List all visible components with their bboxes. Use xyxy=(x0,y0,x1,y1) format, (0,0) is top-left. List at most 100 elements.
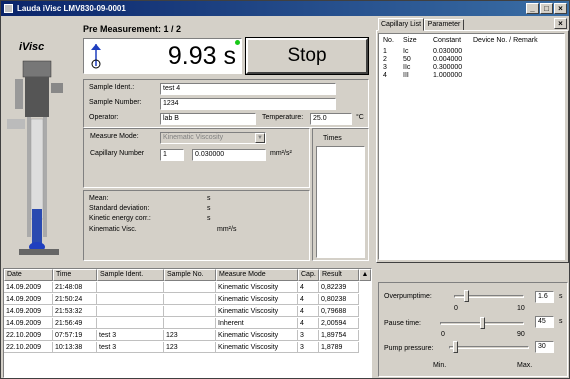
mode-panel: Measure Mode: Kinematic Viscosity ▼ Capi… xyxy=(83,128,310,188)
table-cell xyxy=(164,294,216,305)
kinematic-visc-label: Kinematic Visc. xyxy=(89,226,137,233)
table-cell xyxy=(97,318,164,329)
table-cell: 4 xyxy=(298,294,319,305)
table-cell xyxy=(164,306,216,317)
stop-button[interactable]: Stop xyxy=(245,37,369,75)
table-cell: Kinematic Viscosity xyxy=(216,294,298,305)
measure-mode-label: Measure Mode: xyxy=(90,133,139,140)
table-cell: 4 xyxy=(298,306,319,317)
table-cell: test 3 xyxy=(97,342,164,353)
brand-logo: iVisc xyxy=(19,41,45,53)
capillary-list: No. Size Constant Device No. / Remark 1 … xyxy=(378,33,565,260)
close-panel-button[interactable]: × xyxy=(554,18,567,29)
pump-min: Min. xyxy=(433,362,447,369)
table-cell xyxy=(164,318,216,329)
pump-pressure-input[interactable]: 30 xyxy=(535,341,554,353)
app-icon xyxy=(4,4,13,13)
table-cell: 14.09.2009 xyxy=(4,306,53,317)
column-header-date[interactable]: Date xyxy=(4,269,53,281)
table-cell xyxy=(164,282,216,293)
table-cell: test 3 xyxy=(97,330,164,341)
capillary-col-constant: Constant xyxy=(433,37,462,44)
capillary-col-remark: Device No. / Remark xyxy=(473,37,538,44)
sample-ident-label: Sample Ident.: xyxy=(89,84,135,91)
capillary-constant: 0.004000 xyxy=(433,56,463,63)
pump-direction-icon xyxy=(91,44,101,69)
table-cell: 0,80238 xyxy=(319,294,359,305)
overpump-label: Overpumptime: xyxy=(384,293,432,300)
mean-label: Mean: xyxy=(89,195,109,202)
kinetic-label: Kinetic energy corr.: xyxy=(89,215,151,222)
times-list[interactable] xyxy=(316,146,365,258)
column-header-sample-no[interactable]: Sample No. xyxy=(164,269,216,281)
capillary-size: IIc xyxy=(403,64,411,71)
capillary-constant-input[interactable]: 0.030000 xyxy=(192,149,266,161)
operator-input[interactable]: lab B xyxy=(160,113,256,125)
title-bar: Lauda iVisc LMV830-09-0001 _ □ × xyxy=(1,1,569,16)
table-cell: 10:13:38 xyxy=(53,342,97,353)
device-image xyxy=(7,60,63,255)
timer-value: 9.93 s xyxy=(167,42,236,70)
pump-track xyxy=(449,346,529,349)
chevron-down-icon[interactable]: ▼ xyxy=(255,133,265,143)
table-cell: 21:56:49 xyxy=(53,318,97,329)
temperature-unit: °C xyxy=(356,114,364,121)
sample-ident-input[interactable]: test 4 xyxy=(160,83,336,95)
std-label: Standard deviation: xyxy=(89,205,150,212)
measurement-heading: Pre Measurement: 1 / 2 xyxy=(83,24,182,34)
table-cell xyxy=(97,294,164,305)
column-header-sample-ident[interactable]: Sample Ident. xyxy=(97,269,164,281)
pause-min: 0 xyxy=(441,331,445,338)
table-cell xyxy=(97,282,164,293)
capillary-no: 3 xyxy=(383,64,387,71)
capillary-number-label: Capillary Number xyxy=(90,150,145,157)
table-cell: Inherent xyxy=(216,318,298,329)
capillary-number-input[interactable]: 1 xyxy=(160,149,184,161)
table-cell: 1,8789 xyxy=(319,342,359,353)
sample-number-input[interactable]: 1234 xyxy=(160,98,336,110)
overpump-min: 0 xyxy=(454,305,458,312)
column-header-measure-mode[interactable]: Measure Mode xyxy=(216,269,298,281)
kinetic-unit: s xyxy=(207,215,211,222)
table-cell: 3 xyxy=(298,342,319,353)
table-cell: 07:57:19 xyxy=(53,330,97,341)
column-header-cap[interactable]: Cap. xyxy=(298,269,319,281)
overpump-slider[interactable] xyxy=(464,290,470,302)
column-header-result[interactable]: Result xyxy=(319,269,359,281)
measure-mode-select[interactable]: Kinematic Viscosity xyxy=(160,132,266,144)
table-cell: 14.09.2009 xyxy=(4,282,53,293)
pump-controls-panel: Overpumptime: 0 10 1.6 s Pause time: 0 9… xyxy=(378,282,568,377)
table-cell: Kinematic Viscosity xyxy=(216,306,298,317)
minimize-button[interactable]: _ xyxy=(526,3,539,14)
times-label: Times xyxy=(323,135,342,142)
pause-slider[interactable] xyxy=(479,317,485,329)
pump-pressure-slider[interactable] xyxy=(452,341,458,353)
pause-max: 90 xyxy=(517,331,525,338)
tab-capillary-list[interactable]: Capillary List xyxy=(378,18,424,31)
window-title: Lauda iVisc LMV830-09-0001 xyxy=(17,4,126,13)
overpump-max: 10 xyxy=(517,305,525,312)
capillary-unit: mm²/s² xyxy=(270,150,292,157)
pause-input[interactable]: 45 xyxy=(535,316,554,328)
std-unit: s xyxy=(207,205,211,212)
table-cell: 0,79688 xyxy=(319,306,359,317)
history-table: Date Time Sample Ident. Sample No. Measu… xyxy=(3,268,372,378)
close-button[interactable]: × xyxy=(554,3,567,14)
scroll-top-icon[interactable]: ▲ xyxy=(359,269,371,281)
table-cell: 2,00594 xyxy=(319,318,359,329)
temperature-input[interactable]: 25.0 xyxy=(310,113,352,125)
column-header-time[interactable]: Time xyxy=(53,269,97,281)
capillary-constant: 0.030000 xyxy=(433,48,463,55)
main-window: Lauda iVisc LMV830-09-0001 _ □ × iVisc P… xyxy=(0,0,570,379)
capillary-constant: 0.300000 xyxy=(433,64,463,71)
overpump-input[interactable]: 1.6 xyxy=(535,291,554,303)
table-cell: 1,89754 xyxy=(319,330,359,341)
status-led xyxy=(235,40,240,45)
table-cell: 0,82239 xyxy=(319,282,359,293)
maximize-button[interactable]: □ xyxy=(540,3,553,14)
table-cell: 22.10.2009 xyxy=(4,342,53,353)
table-cell: 21:48:08 xyxy=(53,282,97,293)
pause-unit: s xyxy=(559,318,563,325)
capillary-size: 50 xyxy=(403,56,411,63)
table-cell: 21:50:24 xyxy=(53,294,97,305)
